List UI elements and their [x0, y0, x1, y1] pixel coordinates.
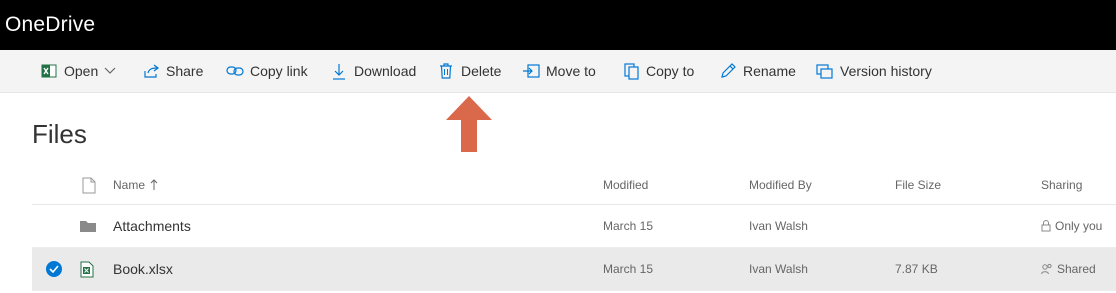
rename-label: Rename	[743, 63, 796, 79]
rename-button[interactable]: Rename	[719, 50, 796, 92]
sharing-status[interactable]: Only you	[1041, 205, 1102, 247]
modified-by: Ivan Walsh	[749, 219, 808, 233]
arrow-up-icon	[446, 96, 492, 152]
table-row[interactable]: Book.xlsx March 15 Ivan Walsh 7.87 KB Sh…	[32, 248, 1116, 291]
command-bar: Open Share Copy link Download Delete Mov…	[0, 50, 1116, 93]
version-history-label: Version history	[840, 63, 932, 79]
copy-to-label: Copy to	[646, 63, 695, 79]
pencil-icon	[719, 62, 737, 80]
app-title[interactable]: OneDrive	[5, 12, 95, 38]
column-header-name[interactable]: Name	[113, 166, 158, 204]
copy-link-label: Copy link	[250, 63, 308, 79]
sharing-status[interactable]: Shared	[1041, 248, 1096, 290]
table-row[interactable]: Attachments March 15 Ivan Walsh Only you	[32, 205, 1116, 248]
link-icon	[226, 62, 244, 80]
column-header-sharing[interactable]: Sharing	[1041, 166, 1082, 204]
column-header-modified[interactable]: Modified	[603, 166, 648, 204]
move-to-label: Move to	[546, 63, 596, 79]
excel-file-icon	[80, 248, 94, 290]
file-name[interactable]: Book.xlsx	[113, 248, 173, 290]
delete-label: Delete	[461, 63, 502, 79]
sharing-label: Shared	[1057, 262, 1096, 276]
excel-icon	[40, 62, 58, 80]
download-icon	[330, 62, 348, 80]
version-history-button[interactable]: Version history	[816, 50, 932, 92]
modified-date: March 15	[603, 219, 654, 233]
copy-link-button[interactable]: Copy link	[226, 50, 308, 92]
share-icon	[142, 62, 160, 80]
row-checkbox[interactable]	[46, 248, 62, 290]
sort-ascending-icon	[150, 179, 158, 191]
open-label: Open	[64, 63, 99, 79]
people-icon	[1041, 263, 1053, 275]
chevron-down-icon[interactable]	[104, 67, 116, 75]
trash-icon	[437, 62, 455, 80]
file-type-icon[interactable]	[82, 166, 96, 204]
open-button[interactable]: Open	[40, 50, 116, 92]
move-icon	[522, 62, 540, 80]
download-label: Download	[354, 63, 417, 79]
column-header-file-size[interactable]: File Size	[895, 166, 941, 204]
top-bar: OneDrive	[0, 0, 1116, 50]
share-button[interactable]: Share	[142, 50, 203, 92]
column-name-label: Name	[113, 178, 146, 192]
version-history-icon	[816, 62, 834, 80]
move-to-button[interactable]: Move to	[522, 50, 596, 92]
download-button[interactable]: Download	[330, 50, 416, 92]
modified-date: March 15	[603, 262, 654, 276]
modified-by: Ivan Walsh	[749, 262, 808, 276]
list-header: Name Modified Modified By File Size Shar…	[32, 166, 1116, 205]
sharing-label: Only you	[1055, 219, 1103, 233]
share-label: Share	[166, 63, 204, 79]
copy-icon	[622, 62, 640, 80]
lock-icon	[1041, 220, 1051, 232]
page-title: Files	[32, 119, 87, 149]
delete-button[interactable]: Delete	[437, 50, 501, 92]
checkmark-icon	[46, 261, 62, 277]
file-size: 7.87 KB	[895, 262, 938, 276]
column-header-modified-by[interactable]: Modified By	[749, 166, 812, 204]
copy-to-button[interactable]: Copy to	[622, 50, 694, 92]
file-name[interactable]: Attachments	[113, 205, 191, 247]
folder-icon	[79, 205, 97, 247]
